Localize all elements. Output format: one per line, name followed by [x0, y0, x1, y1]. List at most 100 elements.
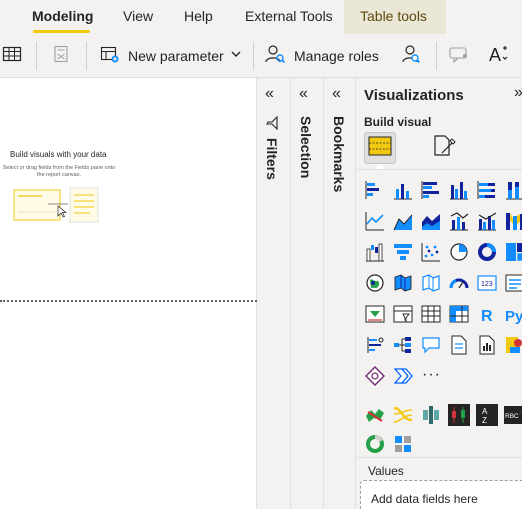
filter-icon	[264, 115, 280, 131]
ribbon-tabs: Modeling View Help External Tools Table …	[0, 0, 522, 34]
view-as-button[interactable]	[400, 34, 422, 78]
toolbar-divider	[436, 42, 437, 70]
calculator-icon	[52, 44, 70, 69]
stacked-column-chart-icon[interactable]	[392, 179, 414, 201]
pie-chart-icon[interactable]	[448, 241, 470, 263]
tab-table-tools[interactable]: Table tools	[360, 8, 427, 24]
build-visual-label: Build visual	[364, 115, 432, 129]
100-stacked-bar-chart-icon[interactable]	[476, 179, 498, 201]
selection-pane[interactable]: « Selection	[291, 78, 324, 509]
expand-chevron-icon[interactable]: «	[265, 86, 274, 102]
chat-bubble-icon	[448, 44, 470, 69]
values-well-label: Values	[368, 464, 404, 478]
custom-visual-candlestick-icon[interactable]	[448, 404, 470, 426]
bookmarks-pane-title: Bookmarks	[331, 116, 347, 193]
build-visual-icon	[368, 135, 392, 162]
placeholder-illustration	[12, 186, 100, 229]
scatter-chart-icon[interactable]	[420, 241, 442, 263]
expand-chevron-icon[interactable]: «	[299, 86, 308, 102]
multi-row-card-icon[interactable]	[504, 272, 522, 294]
field-wells-divider	[356, 457, 522, 458]
gauge-icon[interactable]	[448, 272, 470, 294]
slicer-icon[interactable]	[392, 303, 414, 325]
filled-map-icon[interactable]	[392, 272, 414, 294]
card-icon[interactable]: 123	[476, 272, 498, 294]
filters-pane-title: Filters	[264, 115, 280, 180]
table-visual-icon[interactable]	[420, 303, 442, 325]
stacked-area-chart-icon[interactable]	[420, 210, 442, 232]
selection-pane-title: Selection	[298, 116, 314, 179]
filters-pane[interactable]: « Filters	[257, 78, 291, 509]
format-visual-tab[interactable]	[428, 132, 460, 164]
canvas-placeholder-title: Build visuals with your data	[10, 150, 107, 159]
contextual-tab-group: Table tools	[344, 0, 446, 34]
100-stacked-column-chart-icon[interactable]	[504, 179, 522, 201]
custom-visual-sankey-icon[interactable]	[392, 404, 414, 426]
report-canvas[interactable]: Build visuals with your data Select or d…	[0, 78, 257, 509]
q-and-a-setup-button[interactable]	[448, 34, 470, 78]
custom-visual-grid-icon[interactable]	[392, 433, 414, 455]
more-visuals-icon[interactable]: ···	[422, 367, 441, 383]
shape-map-icon[interactable]	[420, 272, 442, 294]
visual-picker: 123 R Py ··· AZ RBC Values Add data fiel…	[356, 169, 522, 509]
custom-visual-bullet-icon[interactable]	[420, 404, 442, 426]
new-parameter-button[interactable]: New parameter	[100, 34, 242, 78]
line-and-clustered-column-chart-icon[interactable]	[476, 210, 498, 232]
custom-visual-map-icon[interactable]	[364, 404, 386, 426]
table-button[interactable]	[2, 34, 22, 78]
values-drop-zone[interactable]: Add data fields here	[360, 480, 522, 509]
kpi-icon[interactable]	[364, 303, 386, 325]
tab-external-tools[interactable]: External Tools	[245, 8, 333, 24]
bookmarks-pane[interactable]: « Bookmarks	[324, 78, 356, 509]
key-influencers-icon[interactable]	[364, 334, 386, 356]
qna-visual-icon[interactable]	[420, 334, 442, 356]
power-automate-icon[interactable]	[392, 365, 414, 387]
funnel-chart-icon[interactable]	[392, 241, 414, 263]
svg-text:Z: Z	[482, 416, 487, 425]
svg-text:RBC: RBC	[505, 413, 519, 420]
toolbar-divider	[253, 42, 254, 70]
ribbon-toolbar: New parameter Manage roles A	[0, 34, 522, 78]
manage-roles-button[interactable]: Manage roles	[264, 34, 379, 78]
python-visual-icon[interactable]: Py	[504, 303, 522, 325]
build-visual-tab[interactable]	[364, 132, 396, 164]
decomposition-tree-icon[interactable]	[392, 334, 414, 356]
r-script-visual-icon[interactable]: R	[476, 303, 498, 325]
view-as-icon	[400, 43, 422, 70]
visualizations-pane: Visualizations » Build visual	[356, 78, 522, 509]
page-break-line	[0, 300, 257, 302]
toolbar-divider	[36, 42, 37, 70]
text-size-icon: A	[488, 43, 512, 70]
custom-visual-sort-icon[interactable]: AZ	[476, 404, 498, 426]
waterfall-chart-icon[interactable]	[364, 241, 386, 263]
azure-maps-icon[interactable]	[504, 334, 522, 356]
paginated-report-icon[interactable]	[476, 334, 498, 356]
manage-roles-icon	[264, 43, 286, 70]
smart-narrative-icon[interactable]	[448, 334, 470, 356]
collapse-pane-icon[interactable]: »	[514, 84, 522, 102]
linguistic-schema-button[interactable]: A	[488, 34, 512, 78]
treemap-icon[interactable]	[504, 241, 522, 263]
clustered-bar-chart-icon[interactable]	[420, 179, 442, 201]
clustered-column-chart-icon[interactable]	[448, 179, 470, 201]
svg-text:123: 123	[481, 281, 493, 288]
tab-view[interactable]: View	[123, 8, 153, 24]
line-chart-icon[interactable]	[364, 210, 386, 232]
expand-chevron-icon[interactable]: «	[332, 86, 341, 102]
tab-help[interactable]: Help	[184, 8, 213, 24]
line-and-stacked-column-chart-icon[interactable]	[448, 210, 470, 232]
donut-chart-icon[interactable]	[476, 241, 498, 263]
svg-text:A: A	[482, 407, 488, 416]
manage-roles-label: Manage roles	[294, 48, 379, 64]
matrix-icon[interactable]	[448, 303, 470, 325]
tab-modeling[interactable]: Modeling	[32, 8, 93, 24]
power-apps-icon[interactable]	[364, 365, 386, 387]
custom-visual-text-icon[interactable]: RBC	[504, 404, 522, 426]
visualizations-pane-title: Visualizations	[364, 87, 464, 104]
stacked-bar-chart-icon[interactable]	[364, 179, 386, 201]
custom-visual-ring-icon[interactable]	[364, 433, 386, 455]
area-chart-icon[interactable]	[392, 210, 414, 232]
calculation-button[interactable]	[52, 34, 70, 78]
map-icon[interactable]	[364, 272, 386, 294]
ribbon-chart-icon[interactable]	[504, 210, 522, 232]
